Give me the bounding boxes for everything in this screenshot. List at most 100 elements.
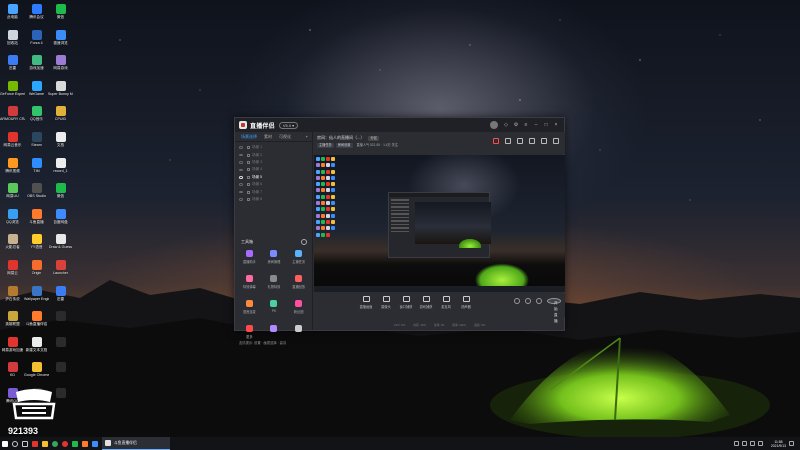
taskbar-app-streaming[interactable]: 斗鱼直播伴侣 — [102, 437, 170, 450]
toolbox-item[interactable]: 语音连麦 — [237, 300, 262, 317]
desktop-icon[interactable]: 网易云音乐 — [0, 130, 25, 156]
bell-icon[interactable] — [529, 138, 535, 144]
stream-preview[interactable] — [314, 155, 565, 292]
volume-icon[interactable] — [749, 441, 755, 446]
desktop-icon[interactable]: 迅雷 — [0, 53, 25, 79]
scene-item[interactable]: 场景 4 — [235, 166, 312, 173]
toolbox-item[interactable]: 特效弹幕 — [237, 275, 262, 292]
task-chip[interactable]: 主播任务 — [317, 143, 334, 148]
desktop-icon[interactable]: Wallpaper Engine — [24, 284, 49, 310]
shirt-icon[interactable]: ◇ — [502, 121, 510, 129]
desktop-icon[interactable]: record_1 — [48, 156, 73, 182]
music-icon[interactable] — [60, 437, 70, 450]
visibility-eye-icon[interactable] — [239, 190, 243, 194]
desktop-icon[interactable]: 网易UU — [0, 181, 25, 207]
desktop-icon[interactable] — [48, 335, 73, 361]
scene-checkbox[interactable] — [247, 153, 250, 157]
desktop-icon[interactable]: 网易游戏加速 — [0, 335, 25, 361]
ime-icon[interactable] — [757, 441, 763, 446]
toolbox-settings-icon[interactable] — [301, 239, 307, 245]
chevron-up-icon[interactable] — [733, 441, 739, 446]
desktop-icon[interactable]: Draw & Guess — [48, 232, 73, 258]
source-control-button[interactable]: 扬声器 — [456, 296, 476, 309]
desktop-icon[interactable]: Google Chrome — [24, 360, 49, 386]
desktop-icon[interactable]: 游戏加速 — [24, 53, 49, 79]
desktop-icon[interactable]: KD — [0, 360, 25, 386]
mail-icon[interactable] — [90, 437, 100, 450]
desktop-icon[interactable]: 文档 — [48, 130, 73, 156]
scene-checkbox[interactable] — [247, 197, 250, 201]
desktop-icon[interactable]: 网易云 — [0, 258, 25, 284]
desktop-icon[interactable]: Forza 4 — [24, 28, 49, 54]
desktop-icon[interactable]: YY语音 — [24, 232, 49, 258]
scene-item[interactable]: 场景 7 — [235, 188, 312, 195]
desktop-icon[interactable]: QQ浏览 — [0, 207, 25, 233]
desktop-icon[interactable]: 新建文本文档 — [24, 335, 49, 361]
toolbox-item[interactable]: 直播助手 — [237, 250, 262, 267]
share-icon[interactable] — [553, 138, 559, 144]
scene-checkbox[interactable] — [247, 160, 250, 164]
scene-item[interactable]: 场景 3 — [235, 159, 312, 166]
notification-icon[interactable] — [789, 441, 794, 446]
menu-icon[interactable]: ≡ — [522, 121, 530, 129]
visibility-eye-icon[interactable] — [239, 161, 243, 164]
desktop-icon[interactable]: Steam — [24, 130, 49, 156]
source-control-button[interactable]: 游戏捕获 — [416, 296, 436, 309]
desktop-icon[interactable]: 英雄联盟 — [0, 309, 25, 335]
scene-item[interactable]: 场景 5 — [235, 174, 312, 181]
desktop-icon[interactable]: Launcher — [48, 258, 73, 284]
close-icon[interactable]: × — [552, 121, 560, 129]
desktop-icon[interactable]: Origin — [24, 258, 49, 284]
desktop-icon[interactable]: TIM — [24, 156, 49, 182]
wechat-icon[interactable] — [70, 437, 80, 450]
desktop-icon[interactable]: 斗鱼直播伴侣 — [24, 309, 49, 335]
toolbox-item[interactable] — [286, 325, 311, 342]
desktop-icon[interactable]: 斗鱼直播 — [24, 207, 49, 233]
search-icon[interactable] — [10, 437, 20, 450]
visibility-eye-icon[interactable] — [239, 168, 243, 172]
scene-item[interactable]: 场景 1 — [235, 144, 312, 151]
source-control-button[interactable]: 麦克风 — [436, 296, 456, 309]
mic-toggle-icon[interactable] — [514, 298, 520, 304]
folder-icon[interactable] — [40, 437, 50, 450]
desktop-icon[interactable] — [48, 360, 73, 386]
tab-assets[interactable]: 素材 — [264, 134, 272, 140]
minimize-icon[interactable]: – — [532, 121, 540, 129]
start-menu-button[interactable] — [0, 437, 10, 450]
tab-visual[interactable]: 可视化 — [279, 134, 291, 140]
desktop-icon[interactable]: 炉石传说 — [0, 284, 25, 310]
toolbox-item[interactable]: 房间管理 — [262, 250, 287, 267]
source-control-button[interactable]: 直播画面 — [356, 296, 376, 309]
visibility-eye-icon[interactable] — [239, 176, 243, 179]
settings-icon[interactable]: ⚙ — [512, 121, 520, 129]
desktop-icon[interactable]: OBS Studio — [24, 181, 49, 207]
live-record-icon[interactable] — [493, 138, 499, 144]
visibility-eye-icon[interactable] — [239, 198, 243, 201]
toolbox-item[interactable]: 粉丝团 — [286, 300, 311, 317]
room-settings-chip[interactable]: 房间设置 — [335, 143, 353, 148]
gift-icon[interactable] — [517, 138, 523, 144]
settings-gear-icon[interactable] — [536, 298, 542, 304]
chat-icon[interactable] — [541, 138, 547, 144]
maximize-icon[interactable]: □ — [542, 121, 550, 129]
desktop-icon[interactable]: 腾讯视频 — [0, 156, 25, 182]
desktop-icon[interactable]: Super Bunny Man — [48, 79, 73, 105]
room-title[interactable]: 房间：仙人的直播间（...） — [317, 135, 364, 141]
toolbox-item[interactable]: 主播任务 — [286, 250, 311, 267]
category-tag[interactable]: 分区 — [368, 135, 380, 141]
scene-checkbox[interactable] — [247, 183, 250, 187]
desktop-icon[interactable]: 回收站 — [0, 28, 25, 54]
desktop-icon[interactable]: GeForce Experience — [0, 79, 25, 105]
desktop-icon[interactable]: 百度网盘 — [48, 207, 73, 233]
desktop-icon[interactable]: 网易游戏 — [48, 53, 73, 79]
desktop-icon[interactable]: QQ音乐 — [24, 104, 49, 130]
desktop-icon[interactable]: 火影忍者 — [0, 232, 25, 258]
scene-item[interactable]: 场景 2 — [235, 151, 312, 158]
desktop-icon[interactable]: 微信 — [48, 2, 73, 28]
visibility-eye-icon[interactable] — [239, 183, 243, 186]
toolbox-item[interactable]: PK — [262, 300, 287, 317]
desktop-icon[interactable]: WeGame — [24, 79, 49, 105]
window-titlebar[interactable]: 直播伴侣 V5.0 ▾ ◇ ⚙ ≡ – □ × — [235, 118, 564, 132]
scene-checkbox[interactable] — [247, 168, 250, 172]
desktop-icon[interactable]: 微信 — [48, 181, 73, 207]
